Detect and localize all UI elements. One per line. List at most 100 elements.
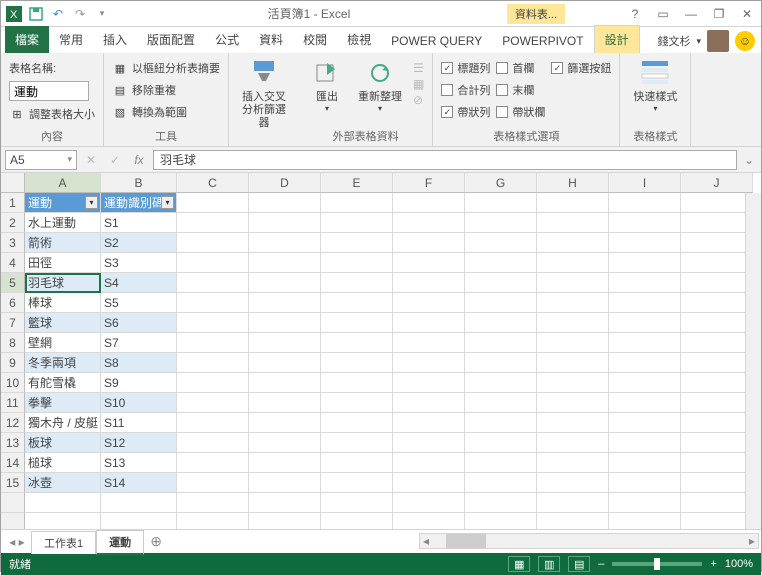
cell[interactable] [177,373,249,393]
cell[interactable] [681,473,753,493]
cell[interactable] [465,353,537,373]
column-header[interactable]: F [393,173,465,193]
cell[interactable] [393,253,465,273]
cell[interactable] [681,213,753,233]
cell[interactable] [393,213,465,233]
cell[interactable] [249,373,321,393]
cell[interactable] [465,293,537,313]
cell[interactable]: 獨木舟 / 皮艇 [25,413,101,433]
cell[interactable] [393,293,465,313]
cell[interactable] [609,453,681,473]
cell[interactable] [321,213,393,233]
cell[interactable] [249,293,321,313]
cell[interactable] [249,453,321,473]
column-header[interactable]: C [177,173,249,193]
cell[interactable]: S9 [101,373,177,393]
cell[interactable] [609,233,681,253]
sheet-tab-1[interactable]: 工作表1 [31,531,96,554]
filter-button-checkbox[interactable]: ✓篩選按鈕 [551,57,611,79]
column-header[interactable]: H [537,173,609,193]
cell[interactable]: 冰壺 [25,473,101,493]
column-header[interactable]: I [609,173,681,193]
total-row-checkbox[interactable]: 合計列 [441,79,490,101]
cell[interactable] [537,413,609,433]
help-icon[interactable]: ? [625,7,645,21]
cell[interactable] [537,373,609,393]
cell[interactable] [681,333,753,353]
cell[interactable] [681,353,753,373]
cell[interactable] [249,233,321,253]
cell[interactable]: 箭術 [25,233,101,253]
cell[interactable]: S6 [101,313,177,333]
cell[interactable] [465,233,537,253]
cell[interactable] [177,433,249,453]
cell[interactable] [177,393,249,413]
convert-range-button[interactable]: ▧轉換為範圍 [112,101,187,123]
cell[interactable] [609,253,681,273]
table-header[interactable]: 運動識別碼▾ [101,193,177,213]
cell[interactable] [465,433,537,453]
tab-insert[interactable]: 插入 [93,26,137,53]
tab-powerquery[interactable]: POWER QUERY [381,29,492,53]
cell[interactable] [321,233,393,253]
cell[interactable] [537,293,609,313]
remove-duplicates-button[interactable]: ▤移除重複 [112,79,176,101]
table-name-input[interactable] [9,81,89,101]
cell[interactable] [609,373,681,393]
cell[interactable] [249,253,321,273]
export-button[interactable]: 匯出▾ [307,57,347,114]
cell[interactable] [321,433,393,453]
zoom-level[interactable]: 100% [725,558,753,570]
cell[interactable] [537,233,609,253]
cell[interactable] [321,293,393,313]
cell[interactable] [609,213,681,233]
redo-icon[interactable]: ↷ [71,5,89,23]
cell[interactable] [393,413,465,433]
cell[interactable] [609,473,681,493]
name-box[interactable]: A5▾ [5,150,77,170]
user-name[interactable]: 錢文杉 [657,33,690,49]
cell[interactable]: S7 [101,333,177,353]
summarize-pivot-button[interactable]: ▦以樞紐分析表摘要 [112,57,220,79]
add-sheet-button[interactable]: ⊕ [144,533,168,550]
cell[interactable]: S11 [101,413,177,433]
row-header[interactable]: 10 [1,373,25,393]
feedback-icon[interactable]: ☺ [735,31,755,51]
cell[interactable] [393,273,465,293]
row-header[interactable]: 9 [1,353,25,373]
cell[interactable] [393,393,465,413]
row-header[interactable]: 8 [1,333,25,353]
cell[interactable] [249,273,321,293]
cell[interactable] [321,373,393,393]
cell[interactable] [321,313,393,333]
cell[interactable]: S5 [101,293,177,313]
cell[interactable] [465,213,537,233]
cell[interactable]: 田徑 [25,253,101,273]
cell[interactable]: 板球 [25,433,101,453]
cell[interactable] [393,233,465,253]
normal-view-icon[interactable]: ▦ [508,556,530,572]
cell[interactable] [465,333,537,353]
row-header[interactable]: 13 [1,433,25,453]
cell[interactable]: 籃球 [25,313,101,333]
tab-home[interactable]: 常用 [49,26,93,53]
cell[interactable] [465,453,537,473]
column-header[interactable]: B [101,173,177,193]
cell[interactable] [177,233,249,253]
cell[interactable] [681,433,753,453]
cell[interactable] [321,333,393,353]
row-header[interactable]: 7 [1,313,25,333]
cell[interactable] [537,253,609,273]
cell[interactable] [249,333,321,353]
cell[interactable] [177,313,249,333]
first-column-checkbox[interactable]: 首欄 [496,57,545,79]
cell[interactable]: 拳擊 [25,393,101,413]
cell[interactable] [681,373,753,393]
cell[interactable] [609,333,681,353]
tab-formula[interactable]: 公式 [205,26,249,53]
page-break-icon[interactable]: ▤ [568,556,590,572]
tab-review[interactable]: 校閱 [293,26,337,53]
cell[interactable]: 槌球 [25,453,101,473]
cell[interactable] [177,293,249,313]
last-column-checkbox[interactable]: 末欄 [496,79,545,101]
